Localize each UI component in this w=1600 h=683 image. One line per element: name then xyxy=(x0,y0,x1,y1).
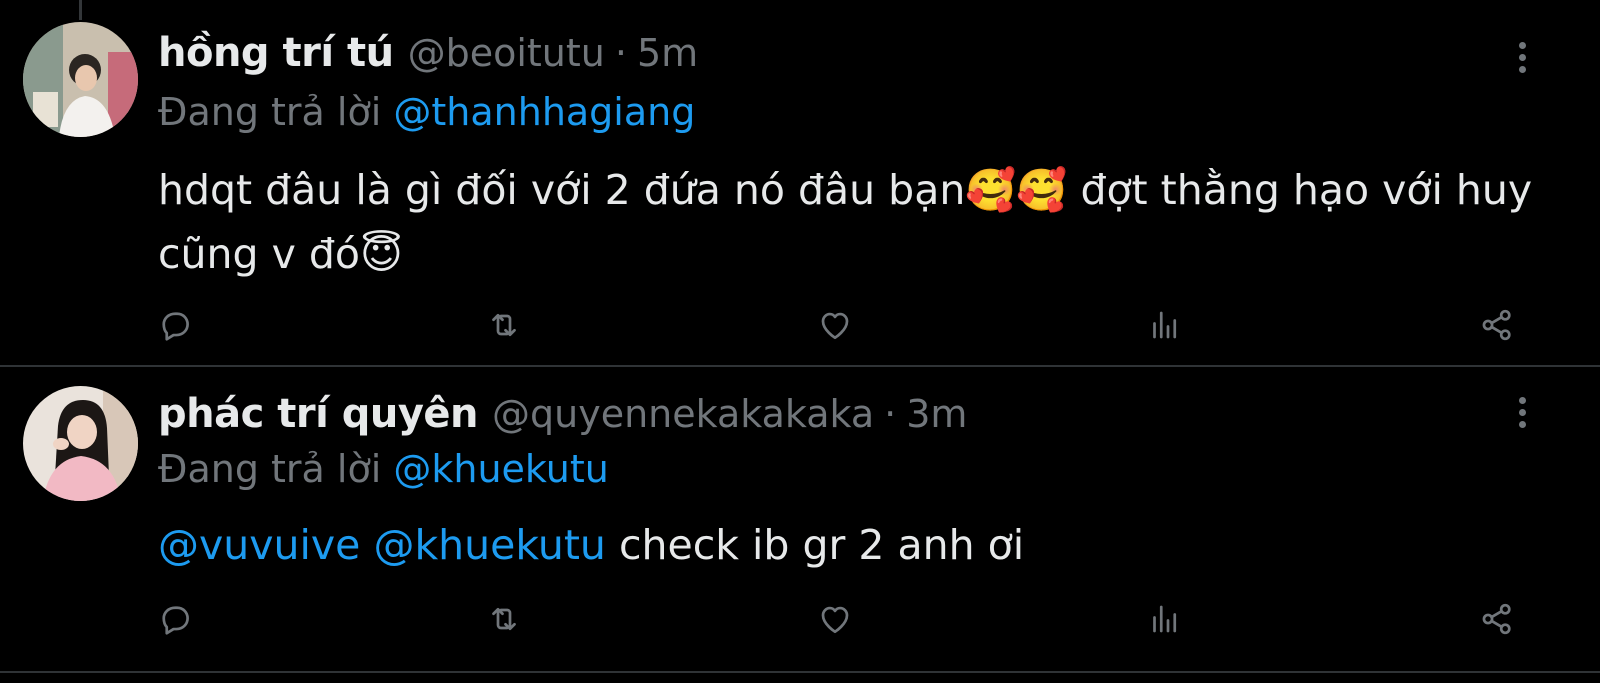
heart-icon[interactable] xyxy=(815,305,855,345)
display-name[interactable]: phác trí quyên xyxy=(158,391,479,437)
more-vertical-icon[interactable] xyxy=(1516,397,1528,428)
tweet-text-line: hdqt đâu là gì đối với 2 đứa nó đâu bạn🥰… xyxy=(158,166,1533,214)
action-bar xyxy=(155,305,1535,345)
display-name[interactable]: hồng trí tú xyxy=(158,30,394,76)
share-icon[interactable] xyxy=(1477,305,1517,345)
avatar[interactable] xyxy=(23,22,138,137)
replying-to-label: Đang trả lời xyxy=(158,90,382,134)
replying-to: Đang trả lời @khuekutu xyxy=(158,447,609,491)
more-vertical-icon[interactable] xyxy=(1516,42,1528,73)
mention-link[interactable]: @khuekutu xyxy=(373,521,605,569)
heart-icon[interactable] xyxy=(815,599,855,639)
avatar[interactable] xyxy=(23,386,138,501)
retweet-icon[interactable] xyxy=(484,599,524,639)
user-handle[interactable]: @beoitutu xyxy=(408,31,605,75)
views-icon[interactable] xyxy=(1145,599,1185,639)
mention-link[interactable]: @vuvuive xyxy=(158,521,360,569)
separator-dot: · xyxy=(884,392,897,436)
views-icon[interactable] xyxy=(1145,305,1185,345)
tweet-header: hồng trí tú @beoitutu · 5m xyxy=(158,30,698,80)
tweet-header: phác trí quyên @quyennekakakaka · 3m xyxy=(158,391,967,441)
reply-icon[interactable] xyxy=(155,305,195,345)
reply-to-mention[interactable]: @khuekutu xyxy=(393,447,608,491)
tweet-text-line: cũng v đó😇 xyxy=(158,230,403,278)
replying-to: Đang trả lời @thanhhagiang xyxy=(158,90,695,134)
replying-to-label: Đang trả lời xyxy=(158,447,382,491)
tweet-text: @vuvuive @khuekutu check ib gr 2 anh ơi xyxy=(158,513,1558,577)
user-handle[interactable]: @quyennekakakaka xyxy=(492,392,874,436)
action-bar xyxy=(155,599,1535,639)
timestamp[interactable]: 5m xyxy=(637,31,698,75)
tweet[interactable]: hồng trí tú @beoitutu · 5m Đang trả lời … xyxy=(0,0,1600,367)
tweet-text: hdqt đâu là gì đối với 2 đứa nó đâu bạn🥰… xyxy=(158,158,1558,286)
tweet[interactable]: phác trí quyên @quyennekakakaka · 3m Đan… xyxy=(0,367,1600,673)
reply-icon[interactable] xyxy=(155,599,195,639)
timestamp[interactable]: 3m xyxy=(906,392,967,436)
retweet-icon[interactable] xyxy=(484,305,524,345)
separator-dot: · xyxy=(614,31,627,75)
share-icon[interactable] xyxy=(1477,599,1517,639)
reply-to-mention[interactable]: @thanhhagiang xyxy=(393,90,695,134)
tweet-text-body: check ib gr 2 anh ơi xyxy=(618,521,1025,569)
